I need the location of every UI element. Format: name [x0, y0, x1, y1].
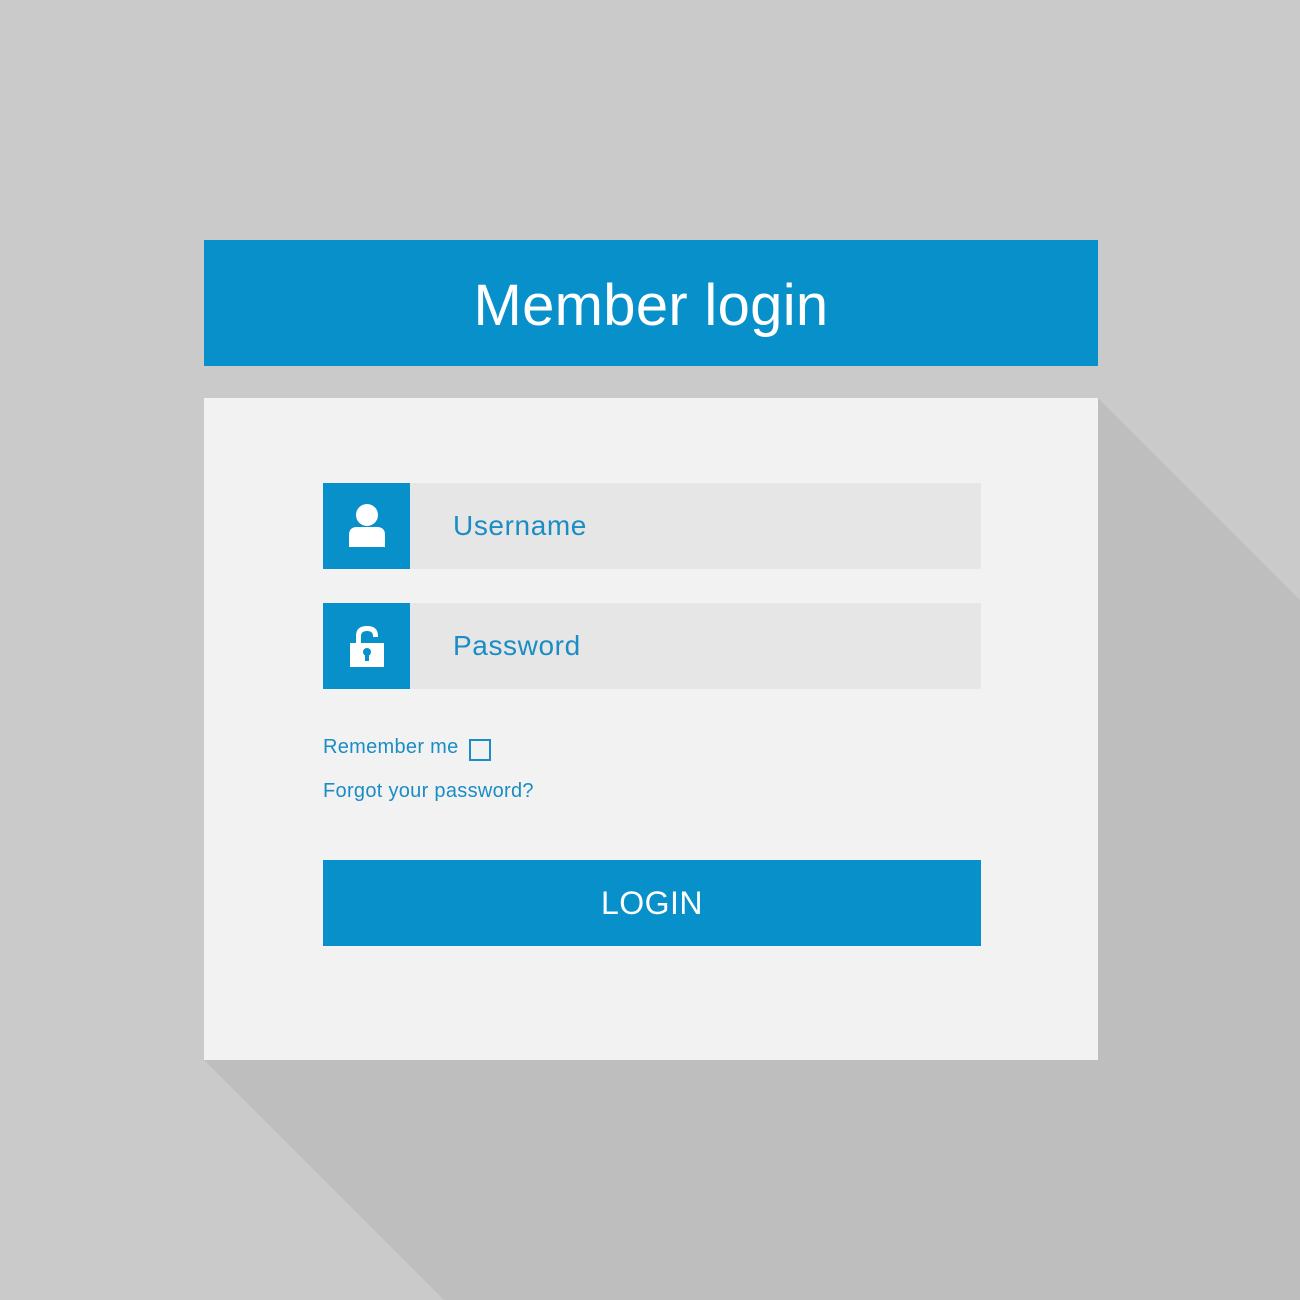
remember-me-label: Remember me: [323, 736, 459, 758]
login-button[interactable]: LOGIN: [323, 860, 981, 946]
login-panel: Remember me Forgot your password? LOGIN: [204, 398, 1098, 1060]
remember-me-row: Remember me: [323, 736, 491, 761]
password-input[interactable]: [410, 603, 981, 689]
password-field: [323, 603, 981, 689]
page-title: Member login: [473, 272, 829, 338]
lock-icon: [323, 603, 410, 689]
login-header: Member login: [204, 240, 1098, 366]
forgot-password-link[interactable]: Forgot your password?: [323, 780, 534, 803]
username-input[interactable]: [410, 483, 981, 569]
remember-me-checkbox[interactable]: [468, 738, 491, 761]
user-icon: [323, 483, 410, 569]
username-field: [323, 483, 981, 569]
